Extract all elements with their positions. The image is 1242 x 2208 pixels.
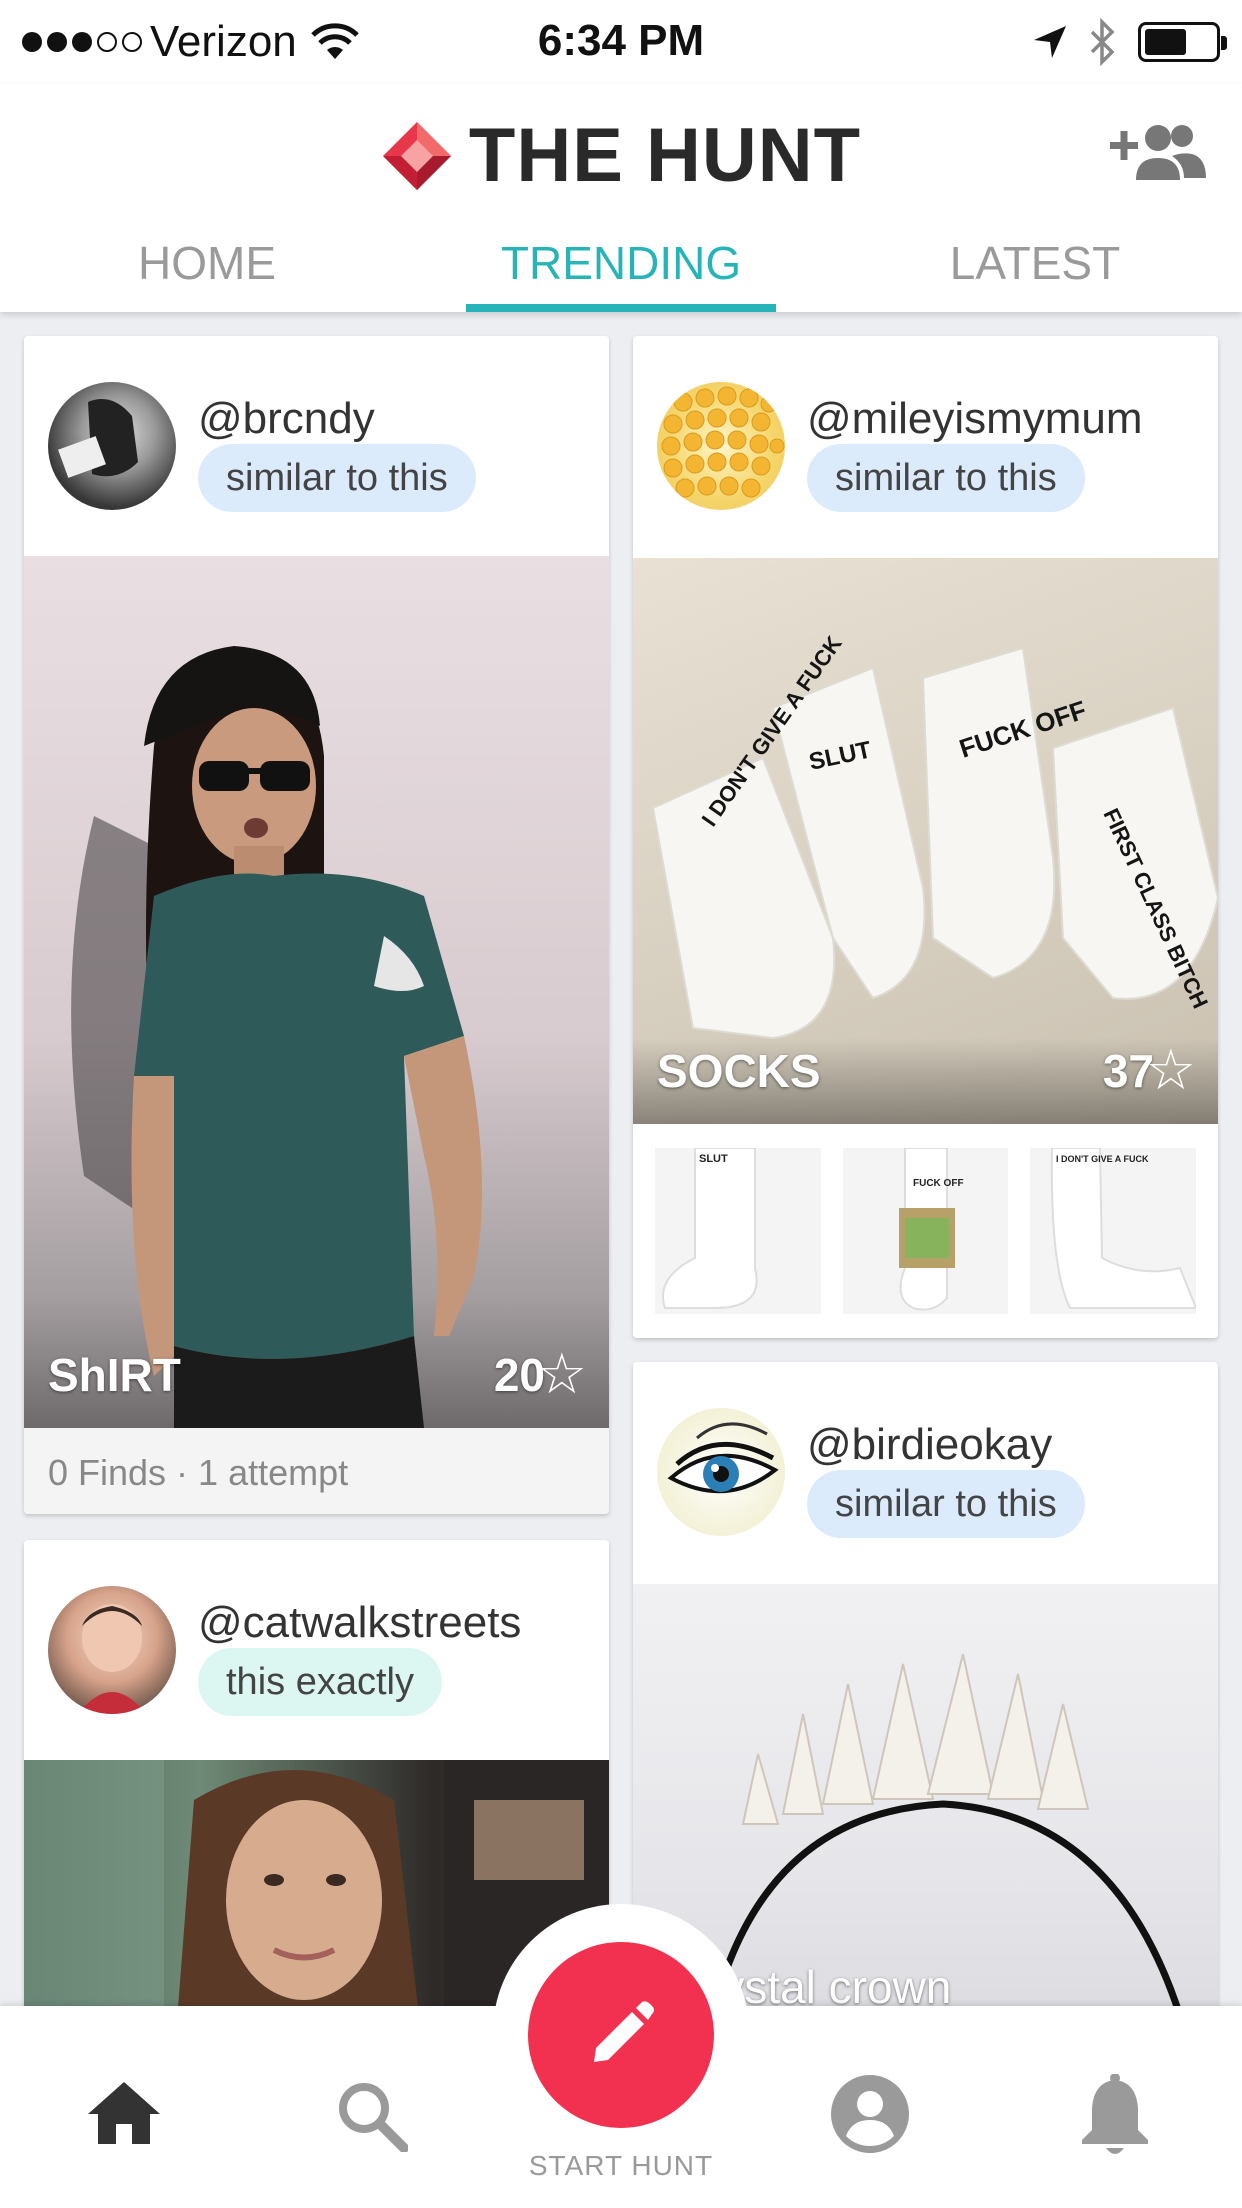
username[interactable]: @brcndy: [198, 394, 375, 444]
star-icon[interactable]: ☆: [537, 1346, 587, 1402]
notifications-icon[interactable]: [1080, 2074, 1150, 2160]
thumbnail-image: SLUT: [662, 1148, 758, 1309]
start-hunt-button[interactable]: [528, 1942, 714, 2128]
avatar[interactable]: [48, 382, 176, 510]
thumbnail-image: FUCK OFF: [898, 1148, 964, 1311]
thumbnail-text: FUCK OFF: [913, 1178, 964, 1189]
card-header: @mileyismymum similar to this: [633, 336, 1218, 556]
username[interactable]: @birdieokay: [807, 1420, 1052, 1470]
bluetooth-icon: [1090, 18, 1115, 66]
tab-label: TRENDING: [500, 237, 742, 289]
item-label: SOCKS: [657, 1045, 821, 1097]
username[interactable]: @catwalkstreets: [198, 1598, 521, 1648]
location-arrow-icon: [1034, 26, 1066, 58]
status-bar: Verizon 6:34 PM: [0, 0, 1242, 84]
username[interactable]: @mileyismymum: [807, 394, 1143, 444]
card-header: @catwalkstreets this exactly: [24, 1540, 609, 1760]
search-icon[interactable]: [336, 2080, 408, 2152]
thumbnail-text: I DON'T GIVE A FUCK: [1056, 1154, 1149, 1164]
tab-latest[interactable]: LATEST: [828, 214, 1242, 312]
thumbnail[interactable]: I DON'T GIVE A FUCK: [1030, 1148, 1197, 1314]
item-label: ShIRT: [48, 1349, 181, 1401]
start-hunt-label: START HUNT: [528, 2150, 714, 2181]
profile-icon[interactable]: [830, 2074, 910, 2154]
avatar[interactable]: [657, 382, 785, 510]
thumbnail[interactable]: SLUT: [655, 1148, 821, 1314]
status-right: [1032, 18, 1227, 66]
add-friend-icon[interactable]: [1110, 120, 1206, 184]
thumbnail-text: SLUT: [699, 1153, 728, 1165]
thumbnail[interactable]: FUCK OFF: [842, 1148, 1009, 1314]
hunt-card[interactable]: @mileyismymum similar to this I DON'T GI…: [633, 336, 1218, 1338]
avatar[interactable]: [48, 1586, 176, 1714]
avatar-image: [58, 399, 138, 478]
avatar[interactable]: [657, 1408, 785, 1536]
product-photo[interactable]: I DON'T GIVE A FUCK SLUT FUCK OFF FIRST …: [633, 558, 1218, 1124]
tab-label: LATEST: [949, 237, 1121, 289]
pencil-icon: [594, 2001, 654, 2062]
card-header: @birdieokay similar to this: [633, 1362, 1218, 1582]
battery-icon: [1138, 22, 1227, 62]
match-type-badge: similar to this: [807, 1470, 1085, 1538]
match-type-badge: similar to this: [807, 444, 1085, 512]
battery-level: [1145, 29, 1186, 55]
match-type-badge: similar to this: [198, 444, 476, 512]
thumbnail-image: I DON'T GIVE A FUCK: [1051, 1148, 1197, 1309]
avatar-image: [667, 1422, 779, 1494]
home-icon[interactable]: [86, 2080, 162, 2146]
active-tab-indicator: [466, 304, 776, 312]
photo-image: I DON'T GIVE A FUCK SLUT FUCK OFF FIRST …: [633, 631, 1218, 1124]
hunt-card[interactable]: @brcndy similar to this ShIRT 20 ☆ 0 Fin…: [24, 336, 609, 1514]
avatar-image: [78, 1604, 146, 1714]
app-title: THE HUNT: [468, 113, 862, 198]
app-header: THE HUNT HOME TRENDING LATEST: [0, 84, 1242, 312]
star-icon[interactable]: ☆: [1146, 1042, 1196, 1098]
tab-bar: HOME TRENDING LATEST: [0, 214, 1242, 312]
card-header: @brcndy similar to this: [24, 336, 609, 556]
tab-home[interactable]: HOME: [0, 214, 414, 312]
tab-trending[interactable]: TRENDING: [414, 214, 828, 312]
red-diamond-logo: [382, 121, 451, 190]
photo-image: [71, 646, 482, 1428]
tab-label: HOME: [138, 237, 276, 289]
product-photo[interactable]: ShIRT 20 ☆: [24, 556, 609, 1428]
avatar-image: [661, 386, 785, 498]
found-items-thumbnails: SLUT FUCK OFF I DON'T GIVE A FUCK: [633, 1148, 1218, 1314]
card-footer: 0 Finds · 1 attempt: [24, 1428, 609, 1514]
brand: THE HUNT: [0, 112, 1242, 199]
match-type-badge: this exactly: [198, 1648, 442, 1716]
